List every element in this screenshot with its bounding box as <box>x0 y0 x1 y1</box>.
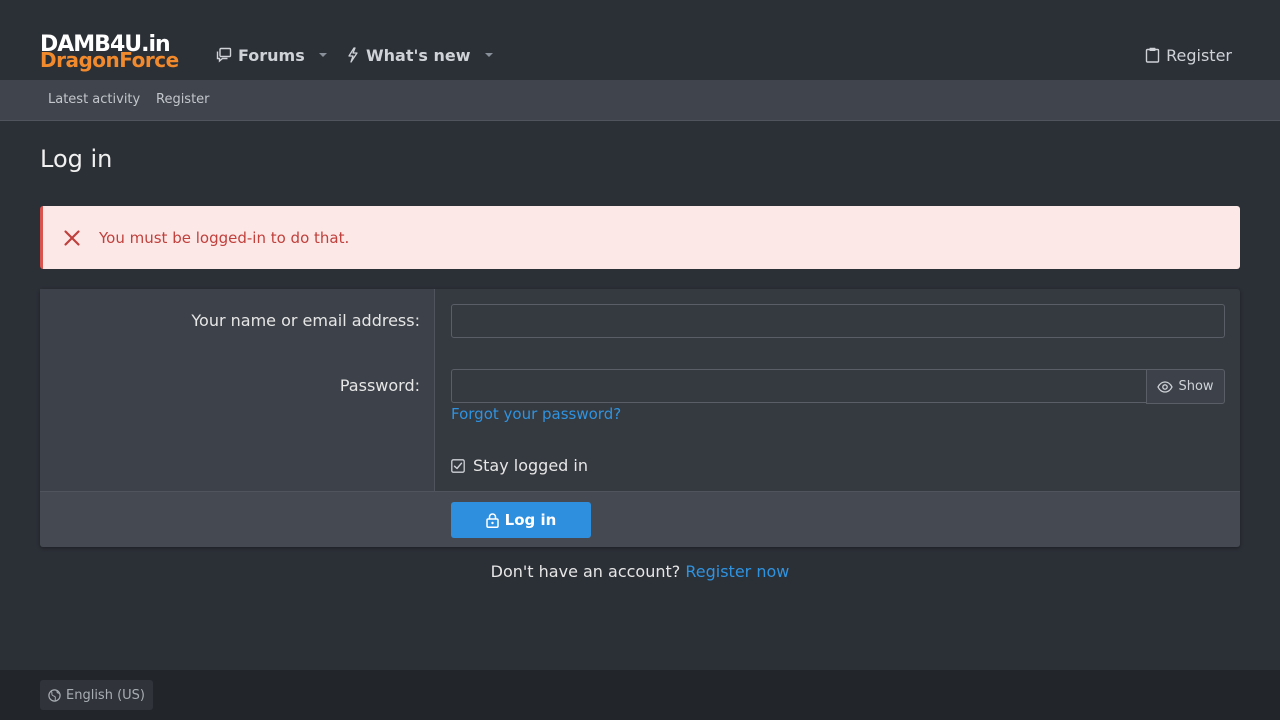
clipboard-icon <box>1145 47 1160 63</box>
login-button[interactable]: Log in <box>451 502 591 538</box>
lock-icon <box>485 512 499 528</box>
close-icon <box>64 229 80 246</box>
site-logo[interactable]: DAMB4U.in DragonForce <box>40 34 192 72</box>
language-label: English (US) <box>66 687 145 703</box>
checkbox-checked-icon[interactable] <box>451 458 465 473</box>
show-password-button[interactable]: Show <box>1146 369 1225 404</box>
signup-prompt: Don't have an account? Register now <box>0 562 1280 581</box>
eye-icon <box>1157 380 1174 393</box>
nav-forums-label: Forums <box>238 45 305 65</box>
subnav-register[interactable]: Register <box>156 92 210 107</box>
stay-logged-in-label: Stay logged in <box>473 456 589 475</box>
nav-whats-new-label: What's new <box>366 45 471 65</box>
error-message-text: You must be logged-in to do that. <box>99 228 350 247</box>
site-header: DAMB4U.in DragonForce Forums What's new … <box>0 0 1280 80</box>
forgot-password-link[interactable]: Forgot your password? <box>451 405 621 423</box>
nav-forums[interactable]: Forums <box>216 43 327 67</box>
nav-whats-new[interactable]: What's new <box>346 43 493 67</box>
sub-navigation: Latest activity Register <box>0 80 1280 121</box>
password-field-label: Password: <box>339 376 420 395</box>
login-button-label: Log in <box>504 511 557 529</box>
chevron-down-icon[interactable] <box>318 53 327 57</box>
password-field[interactable] <box>451 369 1147 403</box>
name-email-field[interactable] <box>451 304 1225 338</box>
form-footer: Log in <box>40 491 1240 547</box>
name-field-label: Your name or email address: <box>191 311 420 330</box>
subnav-latest-activity[interactable]: Latest activity <box>48 92 140 107</box>
site-footer: English (US) <box>0 670 1280 720</box>
error-message-box: You must be logged-in to do that. <box>40 206 1240 269</box>
logo-line2: DragonForce <box>40 48 179 72</box>
globe-icon <box>48 688 61 702</box>
page-title: Log in <box>40 145 113 173</box>
language-selector[interactable]: English (US) <box>40 680 153 710</box>
signup-prompt-text: Don't have an account? <box>490 562 681 581</box>
chevron-down-icon[interactable] <box>484 53 493 57</box>
login-form: Your name or email address: Password: Sh… <box>40 289 1240 547</box>
header-register-label: Register <box>1166 45 1232 65</box>
register-now-link[interactable]: Register now <box>685 562 789 581</box>
forums-icon <box>216 47 232 63</box>
header-register-link[interactable]: Register <box>1145 43 1232 67</box>
password-wrapper: Show <box>451 369 1225 404</box>
stay-logged-in-checkbox[interactable]: Stay logged in <box>451 456 588 475</box>
show-password-label: Show <box>1178 379 1214 394</box>
bolt-icon <box>348 47 358 63</box>
